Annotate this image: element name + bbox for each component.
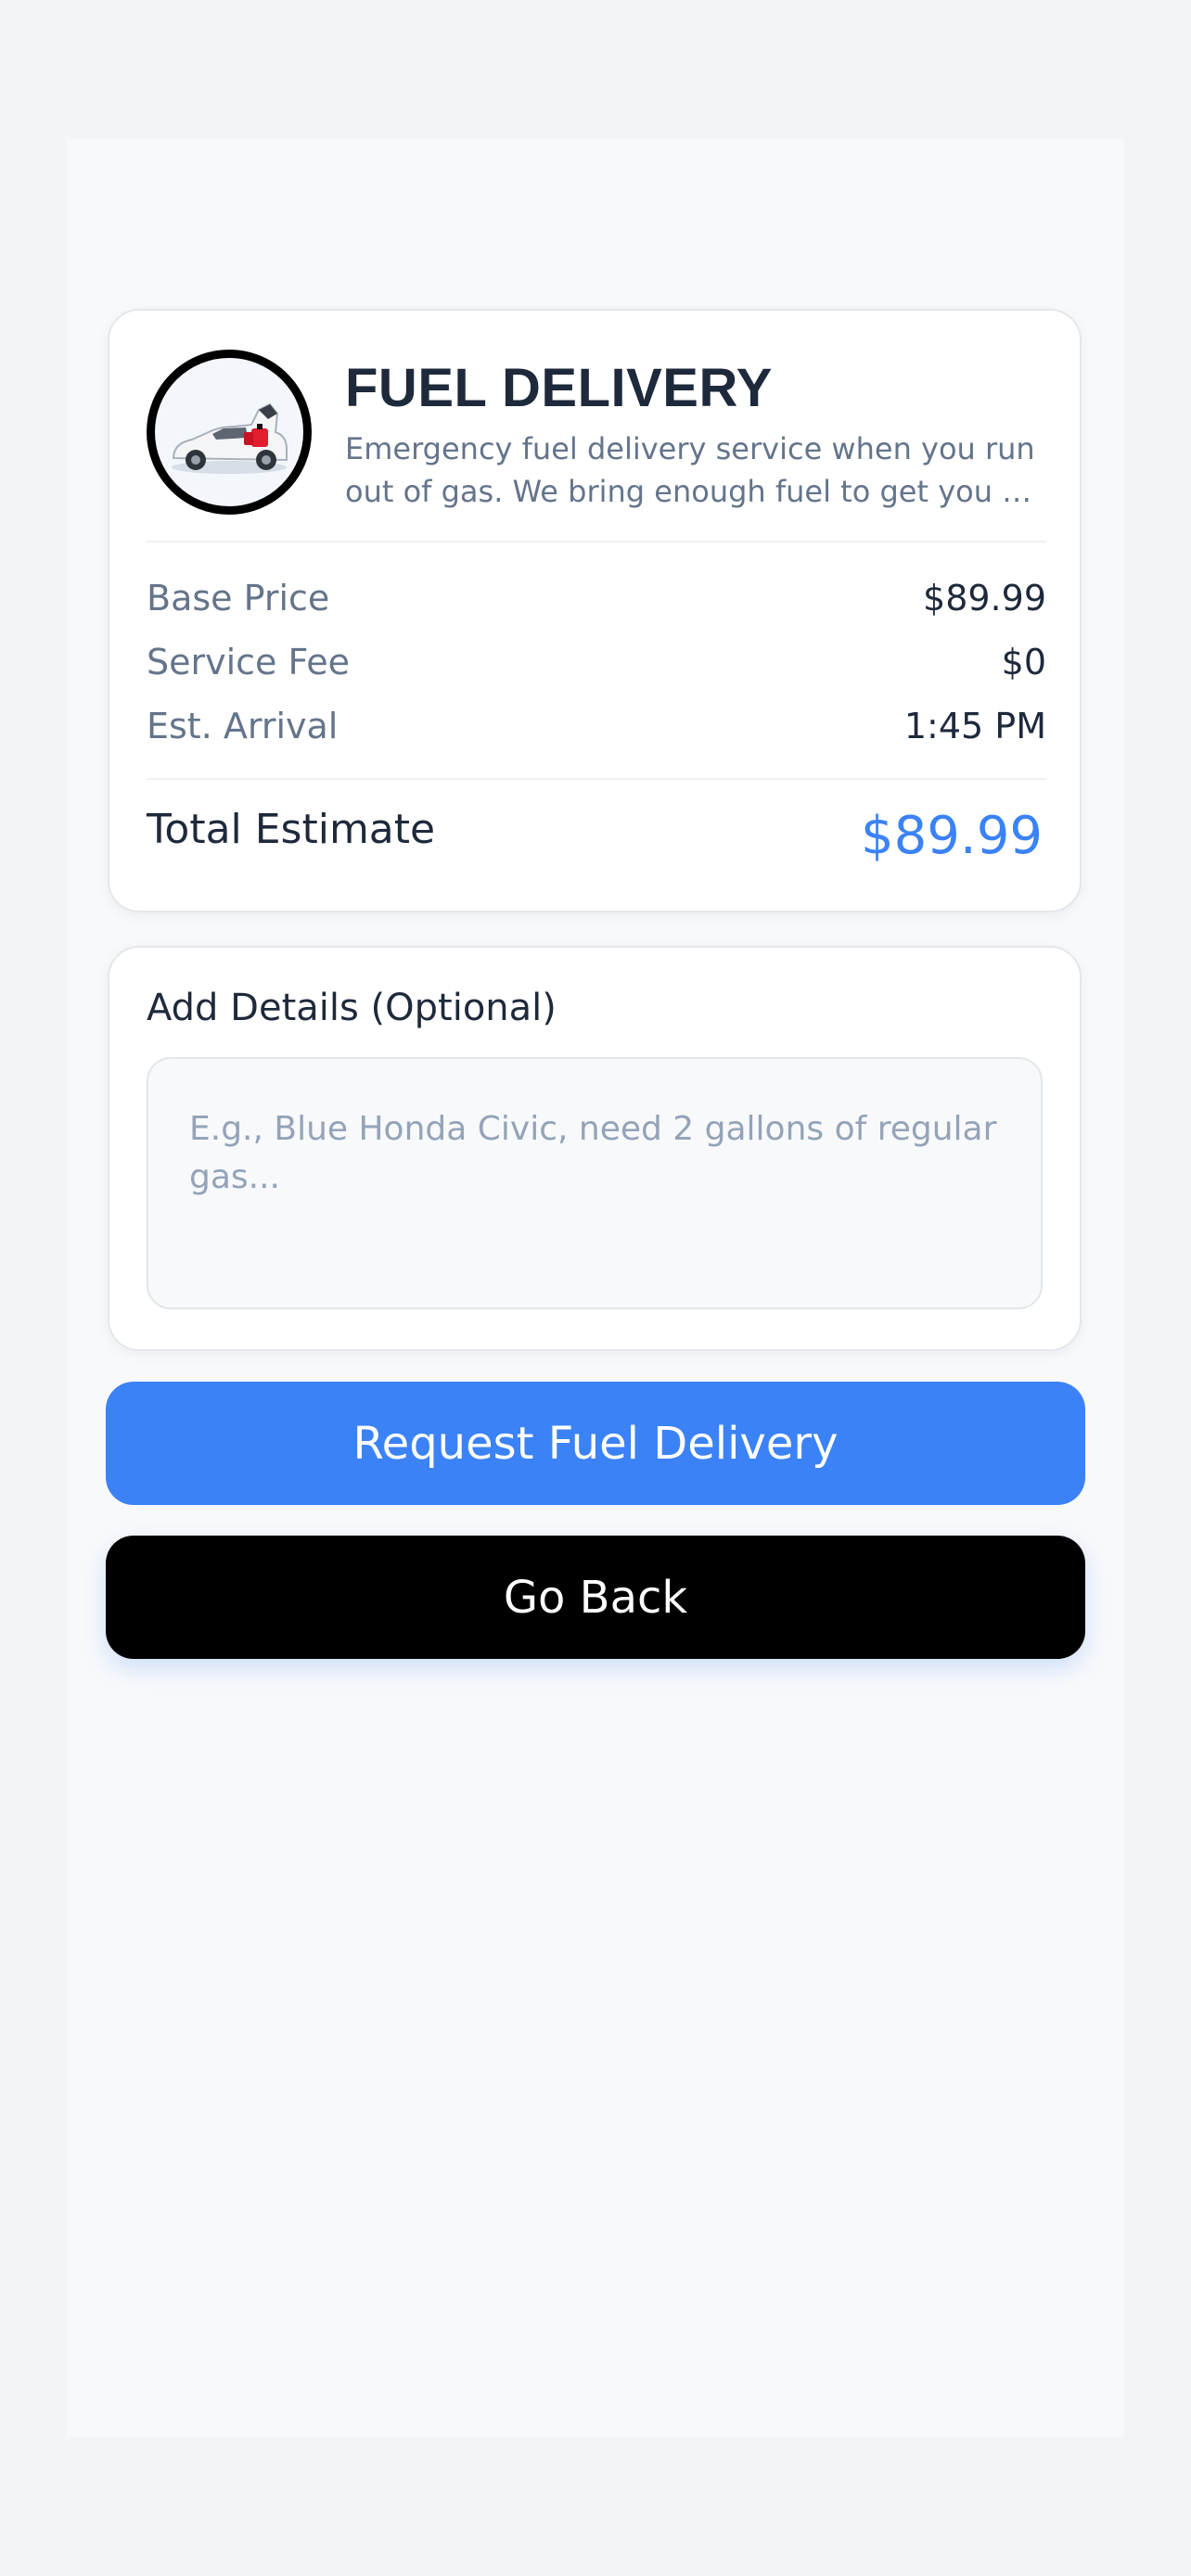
service-fee-label: Service Fee	[147, 642, 351, 682]
go-back-button[interactable]: Go Back	[106, 1536, 1085, 1659]
details-card: Add Details (Optional)	[108, 946, 1082, 1351]
est-arrival-value: 1:45 PM	[903, 706, 1046, 746]
base-price-label: Base Price	[147, 578, 330, 618]
price-row-fee: Service Fee $0	[147, 642, 1046, 688]
service-description: Emergency fuel delivery service when you…	[345, 431, 1035, 509]
service-title: FUEL DELIVERY	[345, 358, 773, 418]
car-with-fuel-can-icon	[172, 402, 288, 474]
price-row-base: Base Price $89.99	[147, 578, 1046, 624]
divider	[147, 778, 1046, 780]
request-fuel-delivery-button[interactable]: Request Fuel Delivery	[106, 1382, 1085, 1505]
service-image	[147, 350, 312, 515]
service-summary-card: FUEL DELIVERY Emergency fuel delivery se…	[108, 309, 1082, 912]
total-estimate-label: Total Estimate	[147, 806, 436, 853]
est-arrival-label: Est. Arrival	[147, 706, 339, 746]
base-price-value: $89.99	[923, 578, 1046, 618]
divider	[147, 541, 1046, 542]
app-screen: FUEL DELIVERY Emergency fuel delivery se…	[67, 139, 1124, 2437]
details-label: Add Details (Optional)	[147, 987, 557, 1029]
price-row-arrival: Est. Arrival 1:45 PM	[147, 706, 1046, 752]
service-fee-value: $0	[1001, 642, 1046, 682]
total-estimate-value: $89.99	[861, 806, 1043, 866]
details-textarea[interactable]	[147, 1057, 1043, 1309]
